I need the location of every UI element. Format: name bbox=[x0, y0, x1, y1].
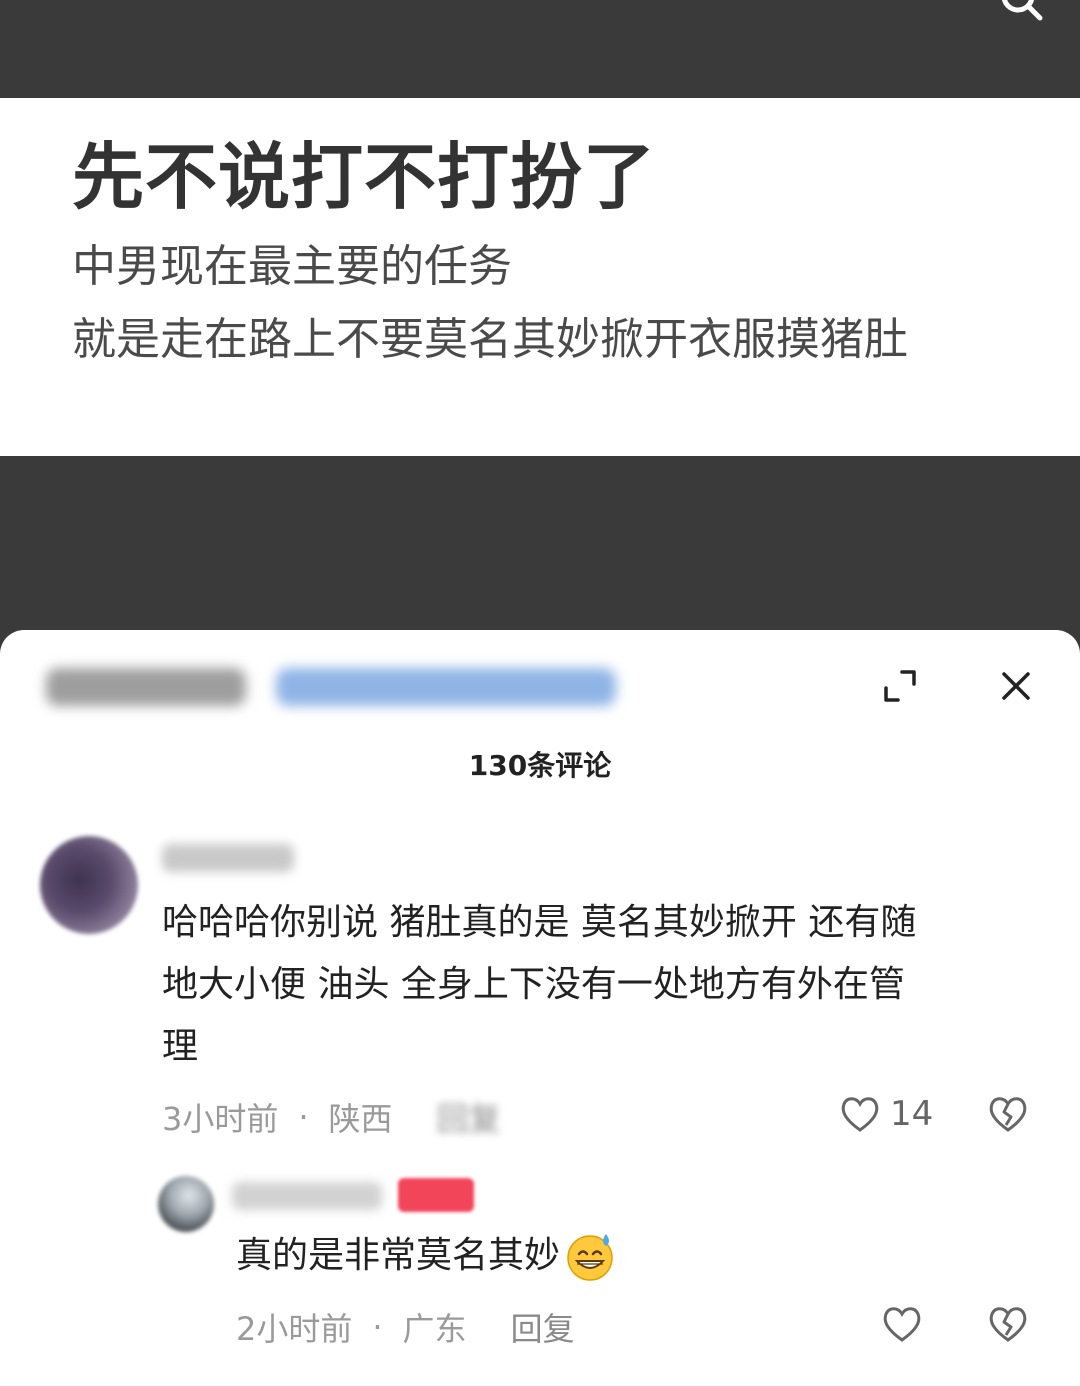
video-text-card: 先不说打不打扮了 中男现在最主要的任务 就是走在路上不要莫名其妙掀开衣服摸猪肚 bbox=[0, 98, 1080, 456]
reply-location: 广东 bbox=[402, 1310, 467, 1348]
heart-icon bbox=[883, 1307, 921, 1342]
broken-heart-icon[interactable] bbox=[986, 1302, 1030, 1346]
grinning-sweat-emoji bbox=[567, 1234, 613, 1281]
video-caption-line-2: 就是走在路上不要莫名其妙掀开衣服摸猪肚 bbox=[72, 314, 908, 365]
replier-name-blurred[interactable] bbox=[232, 1182, 382, 1210]
reply-meta: 2小时前 · 广东 回复 bbox=[236, 1304, 575, 1350]
commenter-name-blurred[interactable] bbox=[162, 844, 294, 872]
close-icon[interactable] bbox=[996, 666, 1036, 706]
blurred-search-hint bbox=[46, 668, 246, 706]
reply-avatar[interactable] bbox=[158, 1176, 214, 1232]
top-bar bbox=[0, 0, 1080, 98]
search-icon[interactable] bbox=[1000, 0, 1044, 22]
meta-separator: · bbox=[298, 1098, 309, 1136]
reply-text: 真的是非常莫名其妙 bbox=[236, 1235, 561, 1276]
comment-location: 陕西 bbox=[328, 1100, 393, 1138]
reply-text-row: 真的是非常莫名其妙 bbox=[236, 1230, 616, 1282]
reply-button[interactable]: 回复 bbox=[437, 1094, 501, 1140]
comment-count: 130条评论 bbox=[468, 749, 612, 782]
avatar[interactable] bbox=[40, 836, 138, 934]
reply-button[interactable]: 回复 bbox=[511, 1304, 575, 1350]
reply-time: 2小时前 bbox=[236, 1310, 353, 1348]
video-caption-line-1: 中男现在最主要的任务 bbox=[72, 241, 512, 292]
comment-time: 3小时前 bbox=[162, 1100, 279, 1138]
blurred-search-link[interactable] bbox=[276, 668, 616, 706]
comments-sheet: 130条评论 哈哈哈你别说 猪肚真的是 莫名其妙掀开 还有随 地大小便 油头 全… bbox=[0, 630, 1080, 1386]
heart-icon bbox=[841, 1097, 879, 1132]
video-title: 先不说打不打扮了 bbox=[72, 135, 657, 219]
author-badge-blurred bbox=[398, 1178, 474, 1212]
reply-like-button[interactable] bbox=[880, 1302, 924, 1346]
like-button[interactable]: 14 bbox=[838, 1092, 933, 1136]
video-background bbox=[0, 456, 1080, 636]
comment-text: 哈哈哈你别说 猪肚真的是 莫名其妙掀开 还有随 地大小便 油头 全身上下没有一处… bbox=[162, 902, 917, 1067]
like-count: 14 bbox=[890, 1094, 934, 1134]
meta-separator: · bbox=[372, 1308, 383, 1346]
comment-meta: 3小时前 · 陕西 回复 bbox=[162, 1094, 501, 1140]
expand-icon[interactable] bbox=[880, 666, 920, 706]
broken-heart-icon[interactable] bbox=[986, 1092, 1030, 1136]
